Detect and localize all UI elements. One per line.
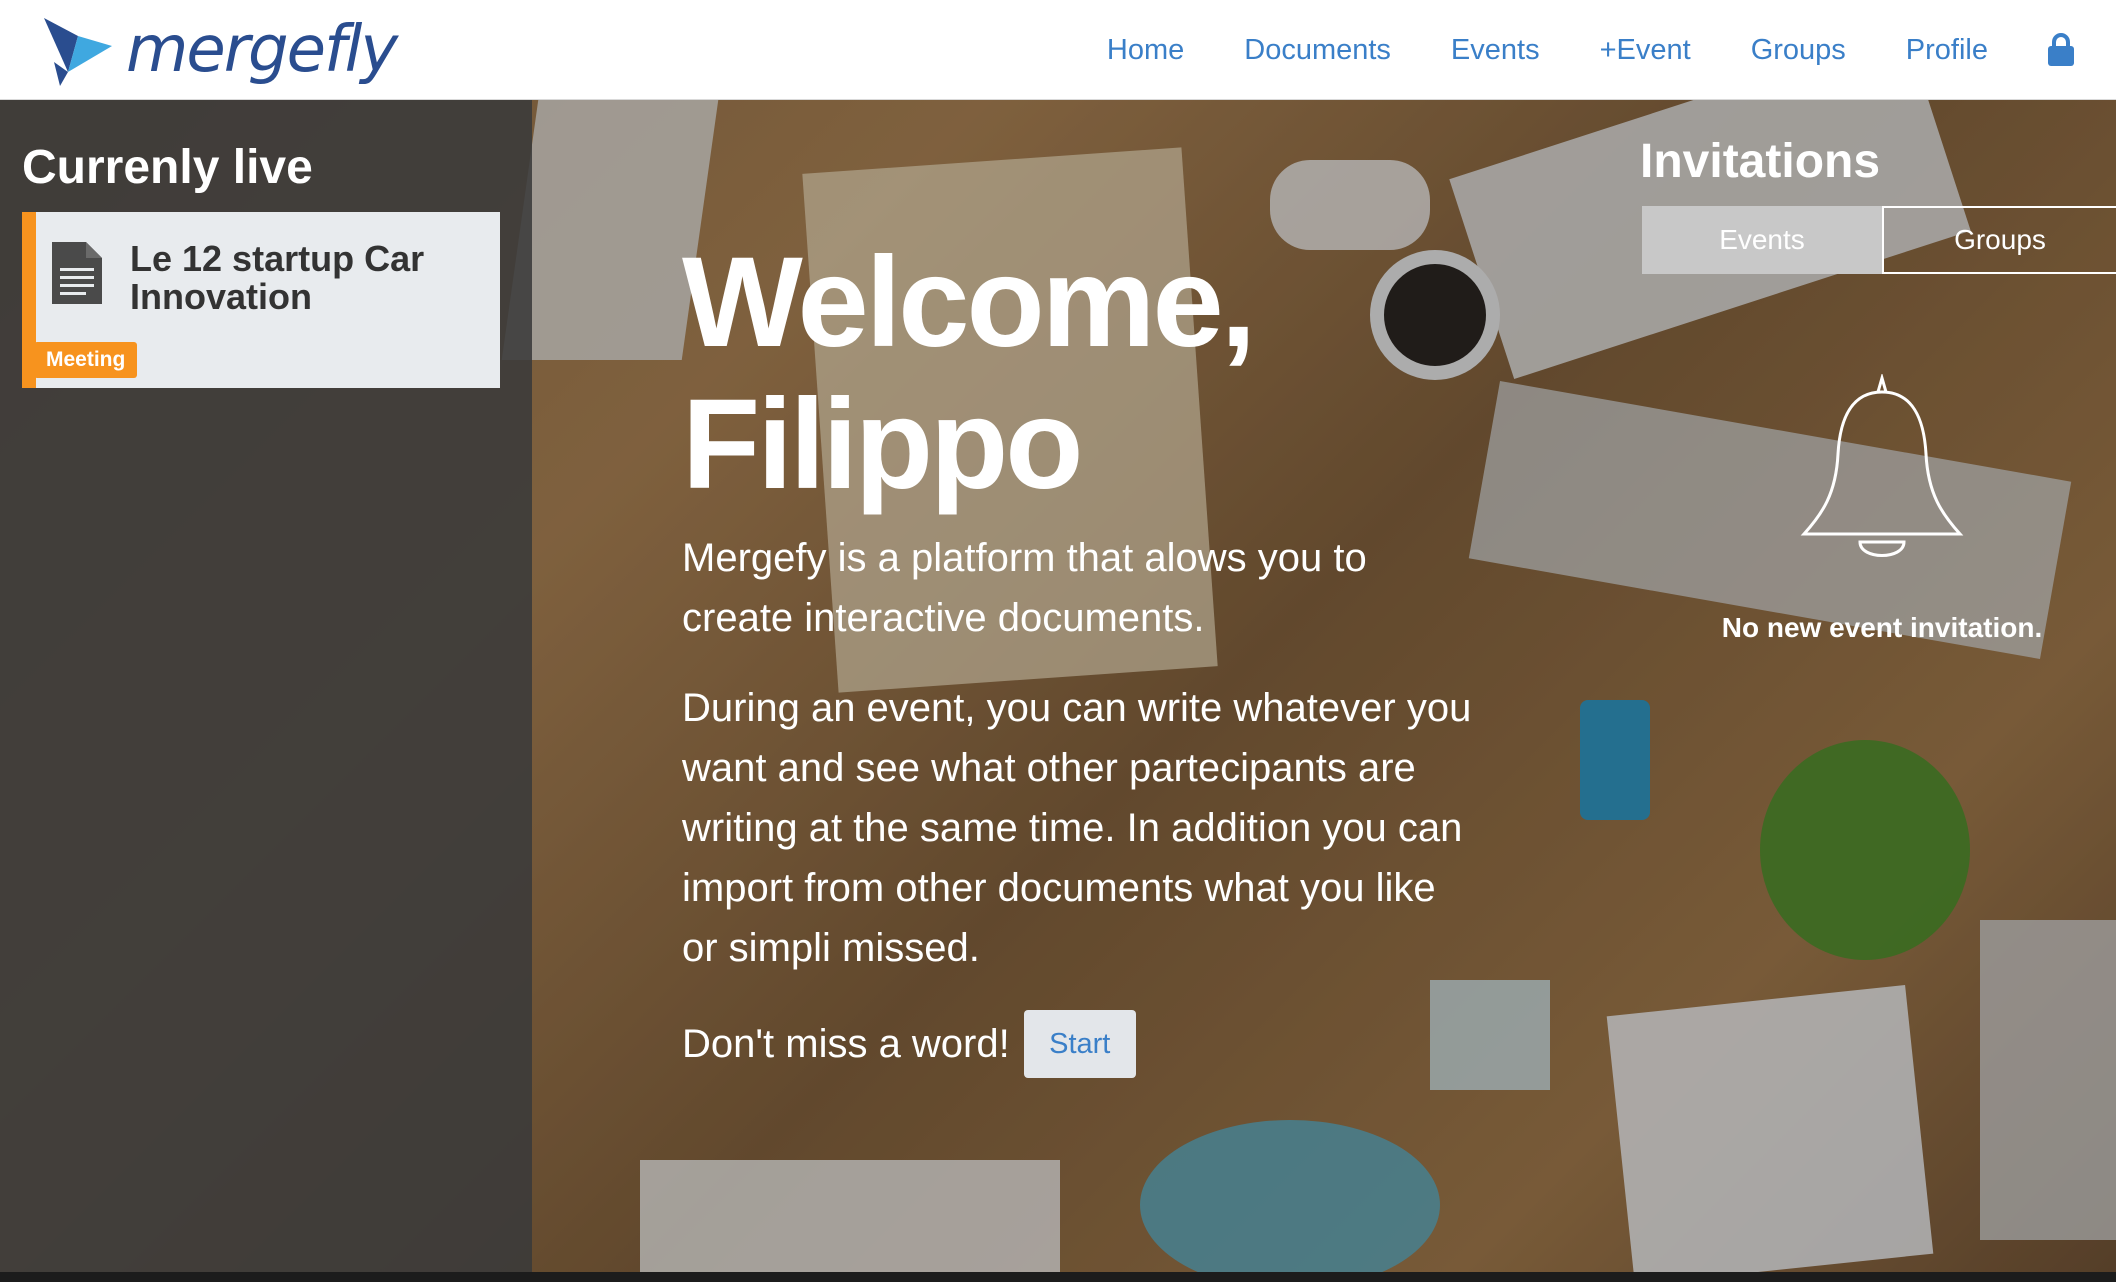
greeting-line-1: Welcome, (682, 231, 1256, 374)
nav-documents[interactable]: Documents (1244, 34, 1391, 67)
invitations-tabs: Events Groups (1642, 206, 2116, 274)
nav-profile[interactable]: Profile (1906, 34, 1988, 67)
event-title: Le 12 startup Car Innovation (130, 238, 425, 317)
document-icon (52, 242, 102, 304)
greeting-line-2: Filippo (682, 373, 1083, 516)
nav-events[interactable]: Events (1451, 34, 1540, 67)
empty-invitations-message: No new event invitation. (1721, 612, 2043, 643)
description-text: During an event, you can write whatever … (682, 686, 1472, 970)
nav-add-event[interactable]: +Event (1600, 34, 1691, 67)
brand-logo[interactable]: mergefly (40, 8, 398, 92)
intro-text: Mergefy is a platform that alows you to … (682, 536, 1367, 640)
nav-home[interactable]: Home (1107, 34, 1184, 67)
welcome-heading: Welcome, Filippo (682, 231, 1256, 516)
nav-menu: Home Documents Events +Event Groups Prof… (1047, 0, 2076, 100)
invitations-panel: Invitations Events Groups (1640, 134, 2116, 274)
event-type-badge: Meeting (34, 342, 138, 378)
live-sidebar: Currenly live Le 12 startup Car Innovati… (0, 100, 532, 1272)
bird-logo-icon (44, 18, 112, 86)
call-to-action: Don't miss a word! Start (682, 1010, 1136, 1078)
tab-events[interactable]: Events (1642, 206, 1882, 274)
top-navbar: mergefly Home Documents Events +Event Gr… (0, 0, 2116, 100)
nav-groups[interactable]: Groups (1751, 34, 1846, 67)
start-button[interactable]: Start (1023, 1010, 1136, 1078)
bottom-scrollbar (0, 1272, 2116, 1282)
sidebar-title: Currenly live (22, 141, 313, 194)
tab-groups[interactable]: Groups (1882, 206, 2116, 274)
lock-icon[interactable] (2046, 32, 2076, 68)
brand-name: mergefly (126, 13, 398, 87)
bell-icon (1800, 374, 1964, 557)
cta-text: Don't miss a word! (682, 1021, 1010, 1066)
invitations-title: Invitations (1640, 135, 1881, 188)
live-event-card[interactable]: Le 12 startup Car Innovation Meeting (22, 212, 500, 388)
